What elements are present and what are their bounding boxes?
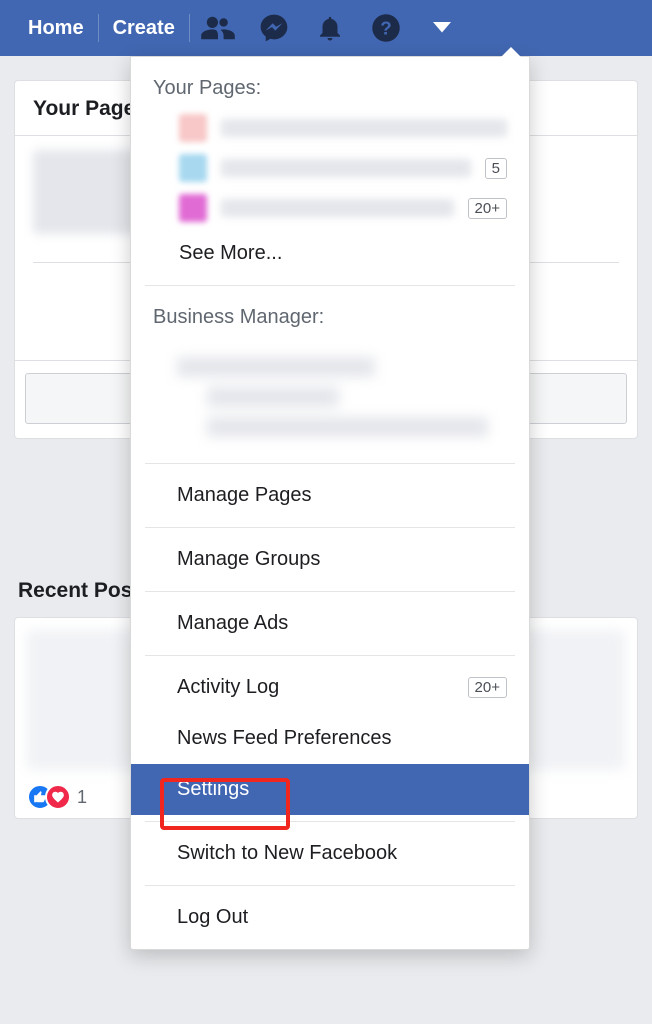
dropdown-business-item[interactable]: [131, 337, 529, 457]
dropdown-news-feed-preferences[interactable]: News Feed Preferences: [131, 713, 529, 764]
activity-log-badge: 20+: [468, 677, 507, 698]
dropdown-manage-groups[interactable]: Manage Groups: [131, 534, 529, 585]
page-item-thumb: [179, 154, 207, 182]
create-link[interactable]: Create: [99, 0, 189, 56]
page-item-thumb: [179, 114, 207, 142]
dropdown-activity-log[interactable]: Activity Log 20+: [131, 662, 529, 713]
dropdown-switch-new-facebook[interactable]: Switch to New Facebook: [131, 828, 529, 879]
page-item-thumb: [179, 194, 207, 222]
page-item-badge: 5: [485, 158, 507, 179]
dropdown-separator: [145, 655, 515, 656]
dropdown-separator: [145, 885, 515, 886]
dropdown-separator: [145, 591, 515, 592]
dropdown-see-more[interactable]: See More...: [131, 228, 529, 279]
home-link[interactable]: Home: [14, 0, 98, 56]
dropdown-settings[interactable]: Settings: [131, 764, 529, 815]
topbar: Home Create ?: [0, 0, 652, 56]
account-menu-caret-icon[interactable]: [414, 0, 470, 56]
dropdown-business-manager-header: Business Manager:: [131, 292, 529, 337]
dropdown-separator: [145, 285, 515, 286]
page-item-label: [221, 119, 507, 137]
reactions-count: 1: [77, 787, 87, 808]
page-item-label: [221, 199, 454, 217]
svg-text:?: ?: [380, 17, 391, 38]
dropdown-arrow-icon: [501, 47, 521, 57]
dropdown-page-item[interactable]: [131, 108, 529, 148]
friends-icon[interactable]: [190, 0, 246, 56]
dropdown-separator: [145, 527, 515, 528]
dropdown-separator: [145, 463, 515, 464]
messenger-icon[interactable]: [246, 0, 302, 56]
dropdown-separator: [145, 821, 515, 822]
dropdown-page-item[interactable]: 20+: [131, 188, 529, 228]
account-dropdown: Your Pages: 5 20+ See More... Business M…: [130, 56, 530, 950]
notifications-icon[interactable]: [302, 0, 358, 56]
dropdown-manage-ads[interactable]: Manage Ads: [131, 598, 529, 649]
dropdown-your-pages-header: Your Pages:: [131, 63, 529, 108]
page-item-label: [221, 159, 471, 177]
dropdown-page-item[interactable]: 5: [131, 148, 529, 188]
dropdown-manage-pages[interactable]: Manage Pages: [131, 470, 529, 521]
dropdown-log-out[interactable]: Log Out: [131, 892, 529, 943]
help-icon[interactable]: ?: [358, 0, 414, 56]
love-reaction-icon: [45, 784, 71, 810]
page-item-badge: 20+: [468, 198, 507, 219]
